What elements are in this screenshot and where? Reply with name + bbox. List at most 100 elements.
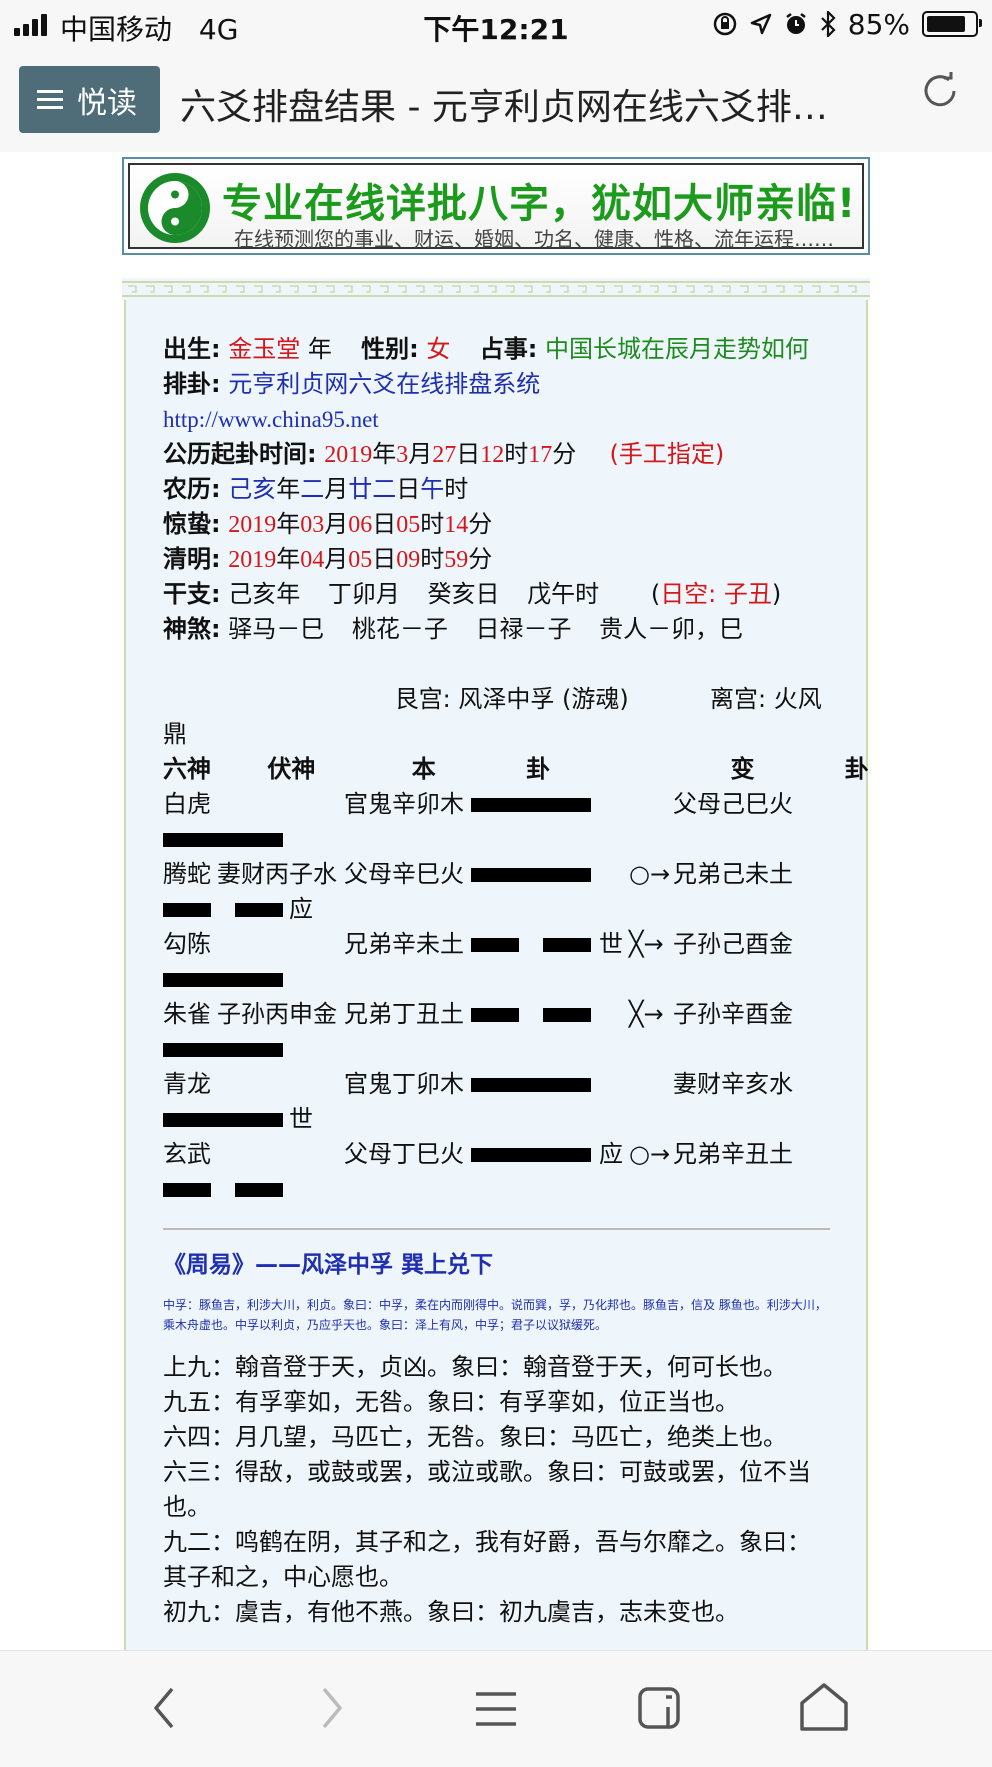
orientation-lock-icon — [713, 12, 737, 36]
moving-line-mark: ○→ — [629, 1140, 671, 1168]
yao-liushen: 勾陈 — [163, 930, 211, 958]
gua-table: 白虎 官鬼辛卯木 父母己巳火 腾蛇 妻财丙子水 父母辛巳火 ○→ 兄弟己未土应勾陈 兄弟辛未土世… — [163, 787, 833, 1207]
yao-ben: 父母丁巳火 — [344, 1140, 464, 1168]
yin-line — [471, 997, 591, 1032]
alarm-icon — [786, 13, 806, 34]
yao-ben: 官鬼丁卯木 — [344, 1070, 464, 1098]
palace-line: 艮宫: 风泽中孚 (游魂) 离宫: 火风 — [163, 682, 833, 717]
yang-line — [471, 787, 591, 822]
ad-banner[interactable]: 专业在线详批八字，犹如大师亲临! 在线预测您的事业、财运、婚姻、功名、健康、性格… — [122, 157, 870, 255]
yao-liushen: 青龙 — [163, 1070, 211, 1098]
page-title[interactable]: 六爻排盘结果 - 元亨利贞网在线六爻排… — [180, 78, 880, 130]
yaoci-list: 上九：翰音登于天，贞凶。象曰：翰音登于天，何可长也。 九五：有孚挛如，无咎。象曰… — [163, 1350, 833, 1630]
yang-line — [163, 965, 283, 993]
battery-percent: 85% — [847, 7, 910, 41]
yao-liushen: 玄武 — [163, 1140, 211, 1168]
jingzhe-line: 惊蛰: 2019年03月06日05时14分 — [163, 510, 493, 538]
yaoci-line: 九二：鸣鹤在阴，其子和之，我有好爵，吾与尔靡之。象曰：其子和之，中心愿也。 — [163, 1528, 811, 1591]
moving-line-mark: ○→ — [629, 860, 671, 888]
yaoci-line: 六三：得敌，或鼓或罢，或泣或歌。象曰：可鼓或罢，位不当也。 — [163, 1458, 811, 1521]
yang-line — [471, 857, 591, 892]
decorative-border — [122, 278, 870, 300]
divider — [163, 1228, 830, 1230]
ben-palace: 艮宫: 风泽中孚 (游魂) — [394, 685, 629, 713]
yaoci-line: 上九：翰音登于天，贞凶。象曰：翰音登于天，何可长也。 — [163, 1353, 787, 1381]
shi-ying-mark: 应 — [599, 1140, 623, 1168]
yao-liushen: 白虎 — [163, 790, 211, 818]
yao-row: 玄武 父母丁巳火 应 ○→ 兄弟辛丑土 — [163, 1137, 833, 1207]
birth-line: 出生: 金玉堂 年 性别: 女 占事: 中国长城在辰月走势如何 — [163, 335, 809, 363]
yao-bian: 父母己巳火 — [673, 790, 793, 818]
divination-info: 出生: 金玉堂 年 性别: 女 占事: 中国长城在辰月走势如何 排卦: 元亨利贞… — [163, 332, 869, 1207]
bluetooth-icon — [820, 11, 836, 37]
banner-headline: 专业在线详批八字，犹如大师亲临! — [222, 181, 857, 227]
sex-value: 女 — [426, 335, 451, 363]
bian-shi-ying-mark: 世 — [289, 1105, 313, 1133]
menu-icon[interactable] — [474, 1689, 518, 1729]
gua-header: 六神 伏神 本 卦 变 卦 — [163, 755, 869, 783]
bian-shi-ying-mark: 应 — [289, 895, 313, 923]
yang-line — [163, 1105, 283, 1133]
yao-fushen: 妻财丙子水 — [217, 860, 337, 888]
read-mode-button[interactable]: 悦读 — [19, 66, 160, 133]
forward-icon[interactable] — [316, 1685, 346, 1731]
moving-line-mark: ╳→ — [629, 930, 664, 958]
yao-row: 勾陈 兄弟辛未土 世 ╳→ 子孙己酉金 — [163, 927, 833, 997]
home-icon[interactable] — [798, 1681, 850, 1733]
yao-bian: 妻财辛亥水 — [673, 1070, 793, 1098]
zhouyi-text: 中孚：豚鱼吉，利涉大川，利贞。象曰：中孚，柔在内而刚得中。说而巽，孚，乃化邦也。… — [163, 1298, 827, 1332]
yaoci-line: 六四：月几望，马匹亡，无咎。象曰：马匹亡，绝类上也。 — [163, 1423, 787, 1451]
rikong: 日空: 子丑 — [660, 580, 772, 608]
yang-line — [163, 825, 283, 853]
browser-toolbar: 悦读 六爻排盘结果 - 元亨利贞网在线六爻排… — [0, 50, 992, 152]
yao-bian: 子孙己酉金 — [673, 930, 793, 958]
yin-line — [163, 1175, 283, 1203]
tabs-icon[interactable] — [636, 1683, 684, 1731]
status-bar: 中国移动 4G 下午12:21 85% — [0, 0, 992, 50]
solar-time-line: 公历起卦时间: 2019年3月27日12时17分 (手工指定) — [163, 440, 725, 468]
yao-fushen: 子孙丙申金 — [217, 1000, 337, 1028]
yang-line — [163, 1035, 283, 1063]
yao-ben: 官鬼辛卯木 — [344, 790, 464, 818]
yao-liushen: 朱雀 — [163, 1000, 211, 1028]
shensha-line: 神煞: 驿马－巳 桃花－子 日禄－子 贵人－卯，巳 — [163, 615, 744, 643]
yaoci-line: 初九：虞吉，有他不燕。象曰：初九虞吉，志未变也。 — [163, 1598, 739, 1626]
yin-yang-icon — [140, 173, 210, 243]
yao-ben: 父母辛巳火 — [344, 860, 464, 888]
bian-palace: 离宫: 火风 — [710, 685, 822, 713]
manual-note: (手工指定) — [609, 440, 725, 468]
birth-value: 金玉堂 — [228, 335, 301, 363]
yao-row: 朱雀 子孙丙申金 兄弟丁丑土 ╳→ 子孙辛酉金 — [163, 997, 833, 1067]
yao-row: 白虎 官鬼辛卯木 父母己巳火 — [163, 787, 833, 857]
yao-bian: 兄弟辛丑土 — [673, 1140, 793, 1168]
matter-value: 中国长城在辰月走势如何 — [544, 335, 809, 363]
yao-bian: 兄弟己未土 — [673, 860, 793, 888]
bian-palace-wrap: 鼎 — [163, 720, 187, 748]
reload-icon[interactable] — [918, 69, 962, 113]
yin-line — [163, 895, 283, 923]
lunar-line: 农历: 己亥年二月廿二日午时 — [163, 475, 469, 503]
paigua-line: 排卦: 元亨利贞网六爻在线排盘系统 — [163, 370, 541, 398]
site-url-link[interactable]: http://www.china95.net — [163, 407, 379, 432]
menu-lines-icon — [37, 85, 63, 114]
bottom-nav — [0, 1650, 992, 1767]
yao-bian: 子孙辛酉金 — [673, 1000, 793, 1028]
yao-liushen: 腾蛇 — [163, 860, 211, 888]
moving-line-mark: ╳→ — [629, 1000, 664, 1028]
yang-line — [471, 1137, 591, 1172]
ganzhi-line: 干支: 己亥年 丁卯月 癸亥日 戊午时 (日空: 子丑) — [163, 580, 782, 608]
back-icon[interactable] — [150, 1685, 180, 1731]
yang-line — [471, 1067, 591, 1102]
yao-ben: 兄弟辛未土 — [344, 930, 464, 958]
location-icon — [750, 13, 772, 35]
yaoci-line: 九五：有孚挛如，无咎。象曰：有孚挛如，位正当也。 — [163, 1388, 739, 1416]
yao-row: 腾蛇 妻财丙子水 父母辛巳火 ○→ 兄弟己未土应 — [163, 857, 833, 927]
yao-row: 青龙 官鬼丁卯木 妻财辛亥水世 — [163, 1067, 833, 1137]
yin-line — [471, 927, 591, 962]
shi-ying-mark: 世 — [599, 930, 623, 958]
banner-subline: 在线预测您的事业、财运、婚姻、功名、健康、性格、流年运程…… — [234, 227, 834, 251]
paigua-system-link[interactable]: 元亨利贞网六爻在线排盘系统 — [228, 370, 540, 398]
battery-icon — [922, 11, 982, 37]
read-mode-label: 悦读 — [77, 85, 137, 121]
zhouyi-title: 《周易》——风泽中孚 巽上兑下 — [163, 1252, 494, 1278]
